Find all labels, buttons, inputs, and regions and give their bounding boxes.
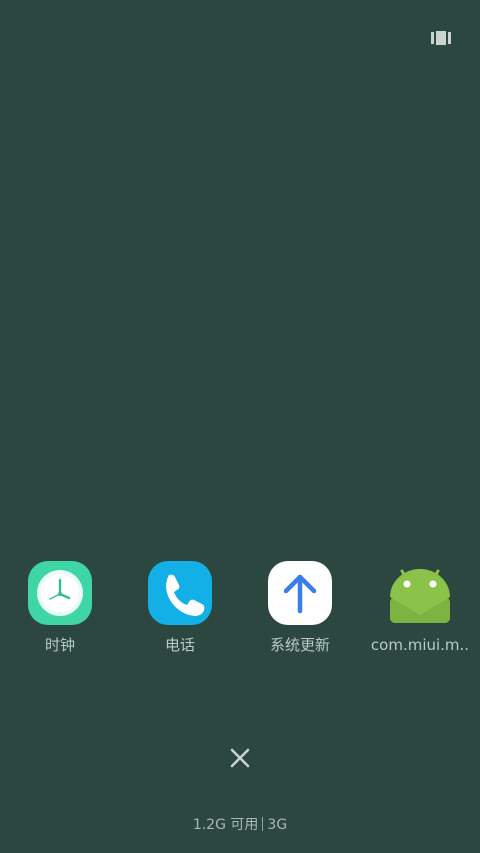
recent-app-label: 时钟 (44, 636, 75, 654)
recent-app-label: 系统更新 (269, 636, 330, 654)
memory-total: 3G (267, 817, 288, 833)
android-icon (388, 561, 452, 625)
up-arrow-icon (268, 561, 332, 625)
recent-app-system-update[interactable]: 系统更新 (240, 560, 360, 660)
recent-app-clock[interactable]: 时钟 (0, 560, 120, 660)
recent-app-label: com.miui.m.. (370, 636, 470, 654)
recent-app-android[interactable]: com.miui.m.. (360, 560, 480, 660)
recent-app-label: 电话 (164, 636, 195, 654)
clock-icon (28, 561, 92, 625)
memory-status: 1.2G 可用 3G (0, 815, 480, 835)
recent-app-phone[interactable]: 电话 (120, 560, 240, 660)
recent-apps-list: 时钟 电话 系统更新 com.miui.m.. (0, 560, 480, 660)
close-all-button[interactable] (224, 742, 256, 774)
phone-icon (148, 561, 212, 625)
view-mode-icon[interactable] (428, 28, 454, 48)
memory-available: 1.2G 可用 (192, 817, 259, 833)
close-icon (230, 748, 250, 768)
divider (262, 817, 264, 831)
